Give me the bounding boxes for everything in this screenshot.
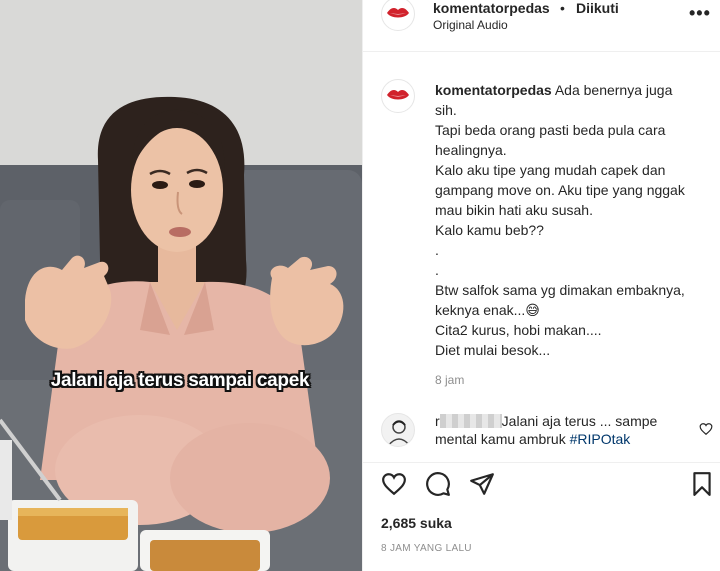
header-separator: •: [560, 0, 565, 16]
comment-like-heart-icon[interactable]: [699, 422, 713, 436]
caption-first-line: komentatorpedas Ada benernya juga: [435, 82, 673, 98]
post-header: komentatorpedas • Diikuti Original Audio…: [363, 0, 720, 52]
caption-line: Cita2 kurus, hobi makan....: [435, 322, 602, 338]
post-time-ago[interactable]: 8 JAM YANG LALU: [381, 543, 472, 554]
post-actions: 2,685 suka 8 JAM YANG LALU: [363, 462, 720, 571]
comment-text: mental kamu ambruk: [435, 431, 566, 447]
post-panel: komentatorpedas • Diikuti Original Audio…: [362, 0, 720, 571]
caption-line: .: [435, 242, 439, 258]
caption-line: Kalo aku tipe yang mudah capek dan: [435, 162, 666, 178]
comment-text: Jalani aja terus ... sampe: [501, 413, 658, 429]
audio-link[interactable]: Original Audio: [433, 18, 508, 32]
caption-line: Btw salfok sama yg dimakan embaknya,: [435, 282, 685, 298]
follow-status[interactable]: Diikuti: [576, 0, 619, 16]
caption-line: Kalo kamu beb??: [435, 222, 544, 238]
share-icon[interactable]: [469, 471, 495, 497]
comment-icon[interactable]: [425, 471, 451, 497]
caption-username[interactable]: komentatorpedas: [435, 82, 552, 98]
caption-line: sih.: [435, 102, 457, 118]
comment-hashtag[interactable]: #RIPOtak: [570, 431, 631, 447]
caption-line: Tapi beda orang pasti beda pula cara: [435, 122, 666, 138]
caption-line: gampang move on. Aku tipe yang nggak: [435, 182, 685, 198]
caption-line: Diet mulai besok...: [435, 342, 551, 358]
more-horizontal-icon[interactable]: •••: [689, 3, 711, 24]
comment-item: r Jalani aja terus ... sampe mental kamu …: [435, 412, 685, 448]
lips-logo-icon: [387, 8, 409, 18]
blurred-username: [439, 414, 502, 428]
person-sketch-icon: [387, 420, 411, 446]
lips-logo-icon: [387, 90, 409, 100]
caption-timestamp[interactable]: 8 jam: [435, 373, 464, 387]
bookmark-icon[interactable]: [689, 471, 715, 497]
author-avatar[interactable]: [381, 0, 415, 31]
caption-line: mau bikin hati aku susah.: [435, 202, 593, 218]
caption-line: .: [435, 262, 439, 278]
caption-line: keknya enak...😅: [435, 302, 540, 318]
caption-author-avatar[interactable]: [381, 79, 415, 113]
caption-line: healingnya.: [435, 142, 507, 158]
video-caption-overlay: Jalani aja terus sampai capek: [50, 370, 310, 391]
post-caption: komentatorpedas Ada benernya juga sih. T…: [435, 80, 705, 360]
video-frame: [0, 0, 362, 571]
header-username[interactable]: komentatorpedas: [433, 0, 550, 16]
likes-count[interactable]: 2,685 suka: [381, 515, 452, 531]
heart-icon[interactable]: [381, 471, 407, 497]
video-player[interactable]: Jalani aja terus sampai capek: [0, 0, 362, 571]
commenter-avatar[interactable]: [381, 413, 415, 447]
